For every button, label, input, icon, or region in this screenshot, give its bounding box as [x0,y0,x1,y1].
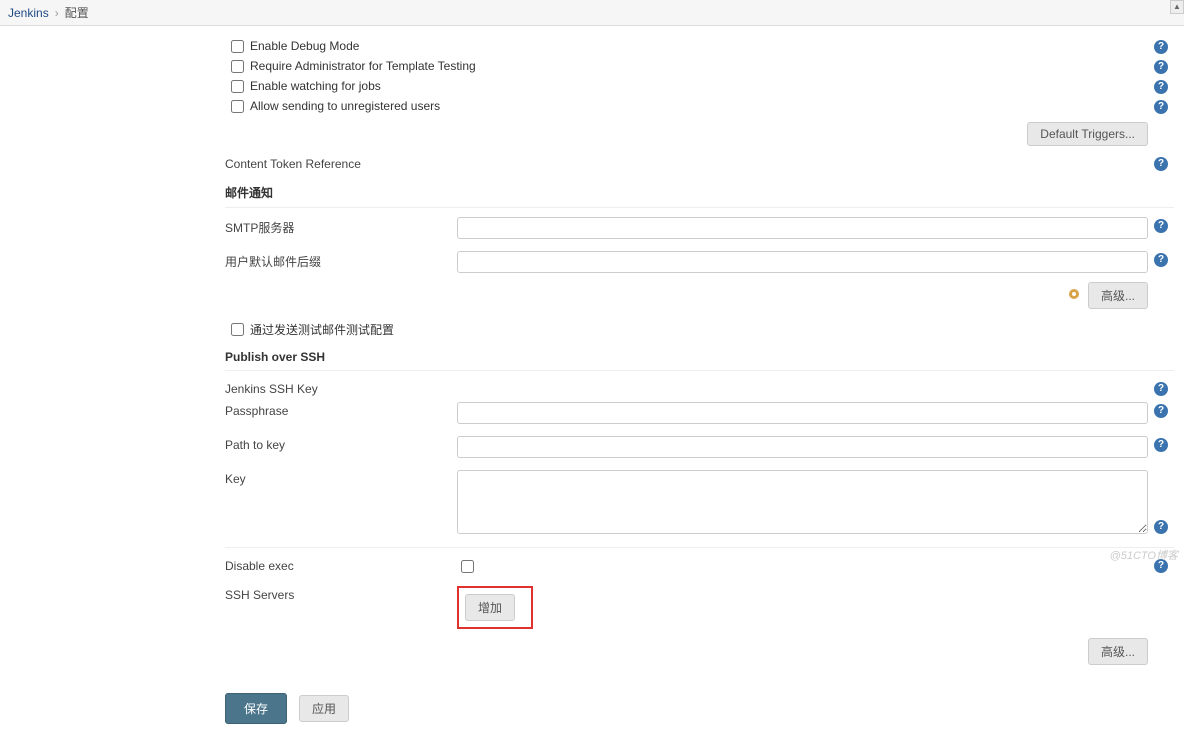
divider [225,547,1174,548]
gear-icon [1066,286,1082,305]
test-mail-label: 通过发送测试邮件测试配置 [250,321,394,338]
help-icon[interactable]: ? [1154,157,1168,171]
divider [225,207,1174,208]
help-icon[interactable]: ? [1154,40,1168,54]
enable-watching-checkbox[interactable] [231,80,244,93]
passphrase-label: Passphrase [225,402,457,418]
default-suffix-input[interactable] [457,251,1148,273]
help-icon[interactable]: ? [1154,60,1168,74]
help-icon[interactable]: ? [1154,382,1168,396]
key-textarea[interactable] [457,470,1148,534]
allow-unregistered-checkbox[interactable] [231,100,244,113]
enable-debug-label: Enable Debug Mode [250,39,359,53]
breadcrumb-current: 配置 [65,4,89,21]
help-icon[interactable]: ? [1154,219,1168,233]
help-icon[interactable]: ? [1154,438,1168,452]
help-icon[interactable]: ? [1154,100,1168,114]
add-server-highlight: 增加 [457,586,533,629]
jenkins-ssh-key-label: Jenkins SSH Key [225,380,457,396]
ssh-servers-label: SSH Servers [225,586,457,602]
default-triggers-button[interactable]: Default Triggers... [1027,122,1148,146]
require-admin-label: Require Administrator for Template Testi… [250,59,476,73]
help-icon[interactable]: ? [1154,253,1168,267]
content-token-reference-label: Content Token Reference [225,155,457,171]
add-server-button[interactable]: 增加 [465,594,515,621]
help-icon[interactable]: ? [1154,404,1168,418]
apply-button[interactable]: 应用 [299,695,349,722]
watermark: @51CTO博客 [1110,547,1178,563]
save-button[interactable]: 保存 [225,693,287,724]
mailer-section-title: 邮件通知 [225,184,1174,201]
breadcrumb: Jenkins › 配置 [0,0,1184,26]
key-label: Key [225,470,457,486]
ssh-section-title: Publish over SSH [225,350,1174,364]
divider [225,370,1174,371]
help-icon[interactable]: ? [1154,520,1168,534]
mailer-advanced-button[interactable]: 高级... [1088,282,1148,309]
disable-exec-label: Disable exec [225,557,457,573]
path-to-key-input[interactable] [457,436,1148,458]
allow-unregistered-label: Allow sending to unregistered users [250,99,440,113]
default-suffix-label: 用户默认邮件后缀 [225,251,457,270]
help-icon[interactable]: ? [1154,80,1168,94]
smtp-server-input[interactable] [457,217,1148,239]
scroll-up-icon[interactable]: ▲ [1170,0,1184,14]
breadcrumb-sep-icon: › [55,6,59,20]
test-mail-checkbox[interactable] [231,323,244,336]
path-to-key-label: Path to key [225,436,457,452]
enable-watching-label: Enable watching for jobs [250,79,381,93]
passphrase-input[interactable] [457,402,1148,424]
smtp-server-label: SMTP服务器 [225,217,457,236]
ssh-advanced-button[interactable]: 高级... [1088,638,1148,665]
breadcrumb-root[interactable]: Jenkins [8,6,49,20]
enable-debug-checkbox[interactable] [231,40,244,53]
require-admin-checkbox[interactable] [231,60,244,73]
